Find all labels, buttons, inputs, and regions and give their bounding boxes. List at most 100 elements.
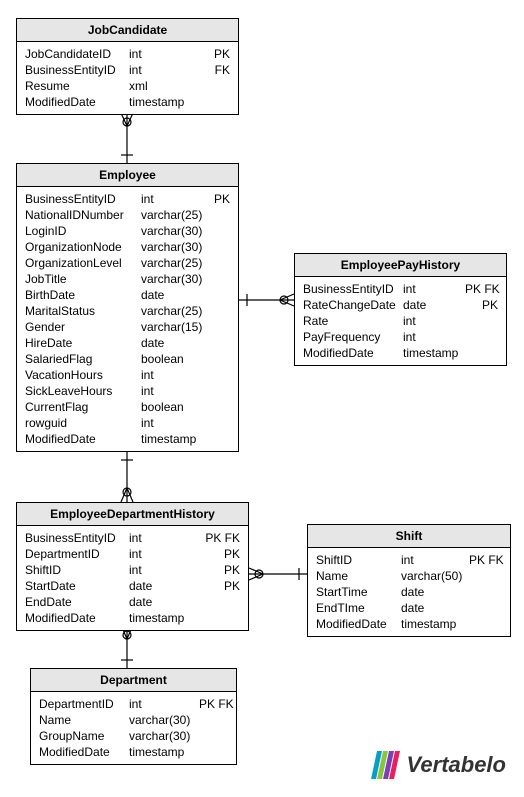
column-type: int	[129, 562, 199, 578]
column-key: PK	[224, 562, 240, 578]
column-name: GroupName	[39, 728, 129, 744]
column-name: PayFrequency	[303, 329, 403, 345]
column-row: HireDatedate	[25, 335, 230, 351]
entity-department: Department DepartmentIDintPK FKNamevarch…	[30, 668, 237, 765]
column-row: Gendervarchar(15)	[25, 319, 230, 335]
column-type: timestamp	[129, 610, 199, 626]
column-type: timestamp	[401, 616, 469, 632]
column-name: Name	[316, 568, 401, 584]
column-name: JobCandidateID	[25, 46, 129, 62]
column-row: Namevarchar(30)	[39, 712, 228, 728]
column-row: ModifiedDatetimestamp	[25, 94, 230, 110]
entity-body: BusinessEntityIDintPK FKRateChangeDateda…	[295, 277, 506, 365]
column-row: SickLeaveHoursint	[25, 383, 230, 399]
column-type: int	[403, 313, 465, 329]
entity-body: DepartmentIDintPK FKNamevarchar(30)Group…	[31, 692, 236, 764]
column-type: varchar(25)	[141, 303, 211, 319]
column-type: int	[141, 367, 211, 383]
entity-employee-pay-history: EmployeePayHistory BusinessEntityIDintPK…	[294, 253, 507, 366]
column-key: PK	[482, 297, 498, 313]
column-type: int	[129, 546, 199, 562]
column-type: varchar(15)	[141, 319, 211, 335]
entity-title: JobCandidate	[17, 19, 238, 42]
column-type: int	[129, 530, 199, 546]
column-type: date	[129, 594, 199, 610]
column-name: BusinessEntityID	[303, 281, 403, 297]
column-type: date	[403, 297, 465, 313]
column-type: varchar(30)	[141, 239, 211, 255]
column-name: BusinessEntityID	[25, 62, 129, 78]
column-name: ModifiedDate	[303, 345, 403, 361]
column-row: DepartmentIDintPK FK	[39, 696, 228, 712]
column-type: varchar(25)	[141, 255, 211, 271]
column-name: Name	[39, 712, 129, 728]
column-row: JobCandidateIDintPK	[25, 46, 230, 62]
vertabelo-logo-text: Vertabelo	[407, 752, 506, 778]
vertabelo-logo: Vertabelo	[371, 751, 506, 779]
column-row: BusinessEntityIDintPK FK	[303, 281, 498, 297]
column-row: BusinessEntityIDintPK	[25, 191, 230, 207]
column-name: ShiftID	[316, 552, 401, 568]
entity-title: Department	[31, 669, 236, 692]
entity-title: EmployeePayHistory	[295, 254, 506, 277]
column-row: ModifiedDatetimestamp	[25, 610, 240, 626]
column-row: ModifiedDatetimestamp	[25, 431, 230, 447]
column-name: Rate	[303, 313, 403, 329]
column-row: StartTimedate	[316, 584, 502, 600]
column-type: timestamp	[129, 744, 199, 760]
column-row: BirthDatedate	[25, 287, 230, 303]
entity-shift: Shift ShiftIDintPK FKNamevarchar(50)Star…	[307, 524, 511, 637]
column-type: date	[401, 584, 469, 600]
column-name: ModifiedDate	[25, 610, 129, 626]
column-name: BirthDate	[25, 287, 141, 303]
column-row: ShiftIDintPK FK	[316, 552, 502, 568]
column-type: varchar(25)	[141, 207, 211, 223]
column-key: FK	[215, 62, 230, 78]
column-type: int	[141, 415, 211, 431]
column-type: timestamp	[403, 345, 465, 361]
column-name: SalariedFlag	[25, 351, 141, 367]
column-name: RateChangeDate	[303, 297, 403, 313]
column-key: PK FK	[469, 552, 504, 568]
column-row: ModifiedDatetimestamp	[303, 345, 498, 361]
column-row: rowguidint	[25, 415, 230, 431]
column-row: ModifiedDatetimestamp	[316, 616, 502, 632]
column-name: MaritalStatus	[25, 303, 141, 319]
column-row: ShiftIDint PK	[25, 562, 240, 578]
column-name: BusinessEntityID	[25, 191, 141, 207]
entity-job-candidate: JobCandidate JobCandidateIDintPKBusiness…	[16, 18, 239, 115]
column-key: PK FK	[465, 281, 500, 297]
column-type: int	[129, 696, 199, 712]
column-name: Gender	[25, 319, 141, 335]
column-row: Resumexml	[25, 78, 230, 94]
entity-title: Employee	[17, 164, 238, 187]
column-row: EndTImedate	[316, 600, 502, 616]
column-row: LoginIDvarchar(30)	[25, 223, 230, 239]
column-type: date	[401, 600, 469, 616]
column-type: varchar(50)	[401, 568, 469, 584]
column-name: HireDate	[25, 335, 141, 351]
column-row: SalariedFlagboolean	[25, 351, 230, 367]
column-name: JobTitle	[25, 271, 141, 287]
column-type: int	[129, 62, 199, 78]
column-row: MaritalStatusvarchar(25)	[25, 303, 230, 319]
column-name: DepartmentID	[25, 546, 129, 562]
column-row: StartDatedatePK	[25, 578, 240, 594]
column-row: OrganizationNodevarchar(30)	[25, 239, 230, 255]
column-type: int	[141, 191, 211, 207]
entity-employee: Employee BusinessEntityIDintPKNationalID…	[16, 163, 239, 452]
column-row: CurrentFlagboolean	[25, 399, 230, 415]
column-name: ShiftID	[25, 562, 129, 578]
vertabelo-logo-icon	[371, 751, 401, 779]
column-type: boolean	[141, 351, 211, 367]
entity-employee-department-history: EmployeeDepartmentHistory BusinessEntity…	[16, 502, 249, 631]
column-name: rowguid	[25, 415, 141, 431]
column-type: boolean	[141, 399, 211, 415]
column-type: date	[141, 287, 211, 303]
column-name: SickLeaveHours	[25, 383, 141, 399]
column-key: PK FK	[205, 530, 240, 546]
column-row: VacationHoursint	[25, 367, 230, 383]
entity-body: JobCandidateIDintPKBusinessEntityIDint FK…	[17, 42, 238, 114]
column-name: VacationHours	[25, 367, 141, 383]
column-type: varchar(30)	[141, 223, 211, 239]
